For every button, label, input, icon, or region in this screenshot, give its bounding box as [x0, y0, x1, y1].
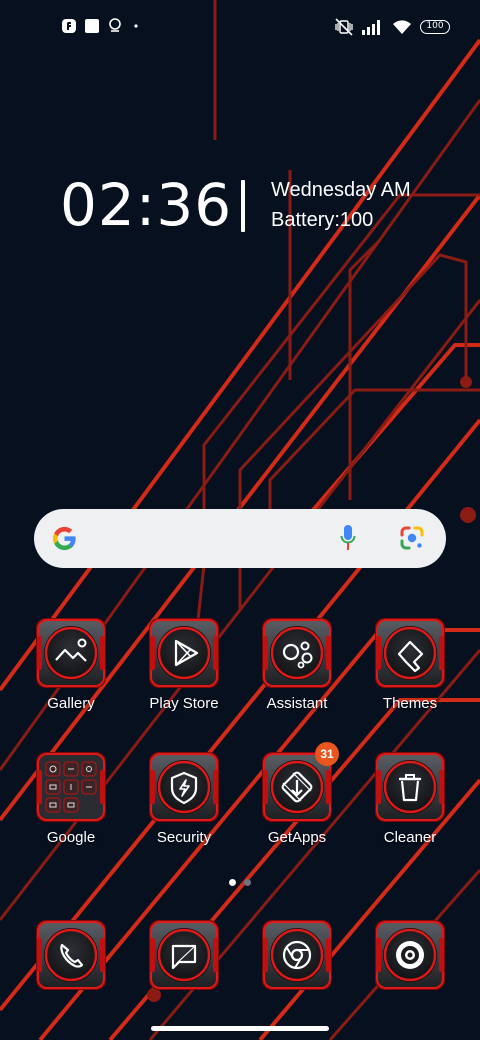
messages-icon [147, 918, 221, 992]
home-gesture-bar[interactable] [151, 1026, 329, 1031]
phone-icon [34, 918, 108, 992]
app-label: Gallery [47, 695, 95, 712]
app-themes[interactable]: Themes [360, 616, 460, 728]
vibrate-off-icon [335, 18, 353, 36]
camera-icon [373, 918, 447, 992]
play-store-icon [147, 616, 221, 690]
signal-icon [362, 20, 380, 35]
location-pin-icon [109, 18, 121, 32]
app-label: Google [46, 829, 96, 846]
security-icon [147, 750, 221, 824]
clock-time: 02:36 [60, 171, 233, 239]
clock-widget[interactable]: 02:36 Wednesday AM Battery:100 [60, 172, 460, 242]
app-play-store[interactable]: Play Store [134, 616, 234, 728]
app-label: Play Store [149, 695, 219, 712]
gallery-icon [34, 616, 108, 690]
dock-phone[interactable] [21, 918, 121, 1030]
app-label: Assistant [266, 695, 328, 712]
page-dot-active [229, 879, 236, 886]
status-left-icons [62, 18, 141, 33]
status-bar: 100 [0, 0, 480, 56]
page-indicator[interactable] [226, 879, 256, 887]
app-assistant[interactable]: Assistant [247, 616, 347, 728]
google-logo-icon [52, 526, 76, 551]
app-label: Cleaner [383, 829, 437, 846]
google-folder-icon [36, 752, 106, 822]
app-security[interactable]: Security [134, 750, 234, 862]
app-label: Themes [382, 695, 438, 712]
app-gallery[interactable]: Gallery [21, 616, 121, 728]
app-label: Security [156, 829, 212, 846]
square-notification-icon [85, 18, 99, 33]
dock-camera[interactable] [360, 918, 460, 1030]
app-cleaner[interactable]: Cleaner [360, 750, 460, 862]
chrome-icon [260, 918, 334, 992]
app-getapps[interactable]: 31 GetApps [247, 742, 347, 862]
themes-icon [373, 616, 447, 690]
google-search-bar[interactable] [34, 509, 446, 568]
status-right-icons: 100 [334, 18, 450, 36]
notification-badge: 31 [315, 742, 339, 766]
clock-date: Wednesday AM [271, 179, 411, 201]
clock-divider [241, 180, 245, 232]
app-label: GetApps [267, 829, 327, 846]
dock-chrome[interactable] [247, 918, 347, 1030]
assistant-icon [260, 616, 334, 690]
microphone-icon[interactable] [340, 523, 356, 553]
wifi-icon [393, 20, 411, 34]
battery-indicator: 100 [420, 20, 450, 34]
clock-battery-status: Battery:100 [271, 209, 374, 231]
app-notification-icon [62, 18, 76, 33]
page-dot [244, 879, 251, 886]
dot-icon [134, 23, 138, 28]
app-google-folder[interactable]: Google [21, 750, 121, 862]
google-lens-icon[interactable] [399, 525, 425, 551]
dock-messages[interactable] [134, 918, 234, 1030]
cleaner-icon [373, 750, 447, 824]
